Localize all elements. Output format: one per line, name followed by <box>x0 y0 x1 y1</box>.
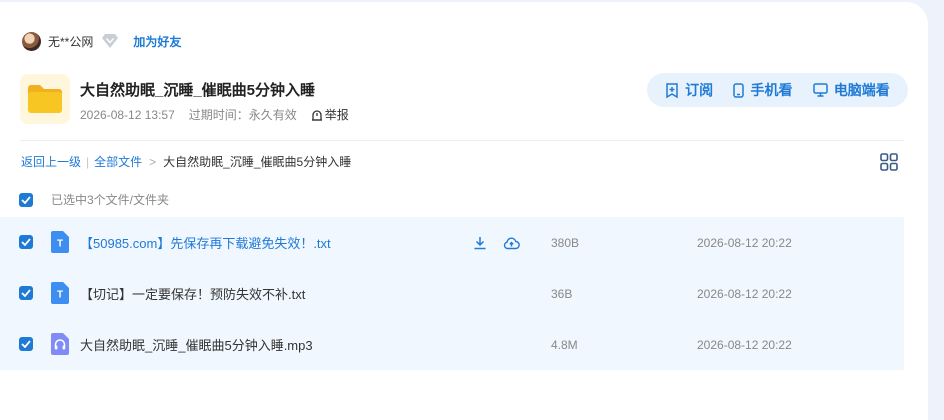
check-icon <box>21 195 31 204</box>
selection-count: 已选中3个文件/文件夹 <box>51 193 170 207</box>
cloud-upload-icon <box>503 237 520 249</box>
file-size: 36B <box>551 286 573 301</box>
divider <box>20 140 904 141</box>
diamond-vip-icon <box>101 33 119 49</box>
file-date: 2026-08-12 20:22 <box>697 286 792 301</box>
select-all-row: 已选中3个文件/文件夹 <box>19 191 169 208</box>
file-name[interactable]: 【50985.com】先保存再下载避免失效！.txt <box>80 233 331 252</box>
avatar[interactable] <box>22 31 41 51</box>
add-friend-link[interactable]: 加为好友 <box>133 33 181 50</box>
select-all-checkbox[interactable] <box>19 192 33 207</box>
breadcrumb: 返回上一级 | 全部文件 > 大自然助眠_沉睡_催眠曲5分钟入睡 <box>21 153 351 170</box>
bookmark-plus-icon <box>666 82 678 98</box>
file-name[interactable]: 大自然助眠_沉睡_催眠曲5分钟入睡.mp3 <box>80 335 313 354</box>
check-icon <box>21 340 31 348</box>
share-meta: 2026-08-12 13:57 过期时间：永久有效 举报 <box>80 106 377 123</box>
file-checkbox[interactable] <box>19 337 33 351</box>
share-expire: 过期时间：永久有效 <box>188 108 297 122</box>
phone-icon <box>733 82 745 98</box>
mobile-view-label: 手机看 <box>750 82 793 98</box>
share-date: 2026-08-12 13:57 <box>80 107 175 122</box>
file-size: 380B <box>551 235 580 250</box>
monitor-icon <box>813 83 828 97</box>
save-to-cloud-button[interactable] <box>503 236 520 250</box>
file-icon-letter: T <box>57 290 63 301</box>
file-row[interactable]: 大自然助眠_沉睡_催眠曲5分钟入睡.mp3 4.8M 2026-08-12 20… <box>0 319 904 370</box>
subscribe-button[interactable]: 订阅 <box>665 80 713 100</box>
file-row[interactable]: T 【50985.com】先保存再下载避免失效！.txt 380B 2026-0… <box>0 217 904 268</box>
file-row[interactable]: T 【切记】一定要保存！预防失效不补.txt 36B 2026-08-12 20… <box>0 268 904 319</box>
check-icon <box>21 289 31 297</box>
headphones-icon <box>51 333 69 355</box>
action-bar: 订阅 手机看 电脑端看 <box>647 73 908 107</box>
folder-thumbnail <box>20 74 70 124</box>
file-checkbox[interactable] <box>19 286 33 300</box>
sharer-name: 无**公网 <box>48 34 94 49</box>
check-icon <box>21 238 31 246</box>
txt-file-icon: T <box>51 231 69 253</box>
subscribe-label: 订阅 <box>685 82 714 98</box>
grid-icon <box>880 153 898 171</box>
back-link[interactable]: 返回上一级 <box>21 153 81 170</box>
report-link[interactable]: 举报 <box>311 106 363 123</box>
all-files-link[interactable]: 全部文件 <box>94 153 142 170</box>
page-background-edge <box>928 0 944 420</box>
breadcrumb-chevron: > <box>149 154 157 169</box>
desktop-view-label: 电脑端看 <box>833 82 890 98</box>
file-date: 2026-08-12 20:22 <box>697 337 792 352</box>
sharer-info: 无**公网 加为好友 <box>22 30 181 52</box>
share-title: 大自然助眠_沉睡_催眠曲5分钟入睡 <box>80 82 316 99</box>
row-actions <box>473 236 536 250</box>
file-name[interactable]: 【切记】一定要保存！预防失效不补.txt <box>80 284 305 303</box>
file-list: T 【50985.com】先保存再下载避免失效！.txt 380B 2026-0… <box>0 217 904 370</box>
breadcrumb-separator: | <box>86 154 90 169</box>
grid-view-toggle[interactable] <box>879 152 899 172</box>
file-icon-letter: T <box>57 239 63 250</box>
report-icon <box>311 109 322 121</box>
share-card: 无**公网 加为好友 大自然助眠_沉睡_催眠曲5分钟入睡 2026-08-12 … <box>0 2 928 420</box>
breadcrumb-current: 大自然助眠_沉睡_催眠曲5分钟入睡 <box>163 155 352 169</box>
folder-icon <box>28 85 62 113</box>
desktop-view-button[interactable]: 电脑端看 <box>813 80 890 100</box>
mobile-view-button[interactable]: 手机看 <box>733 80 792 100</box>
download-icon <box>474 236 486 249</box>
file-size: 4.8M <box>551 337 578 352</box>
file-date: 2026-08-12 20:22 <box>697 235 792 250</box>
report-label: 举报 <box>324 108 349 122</box>
file-checkbox[interactable] <box>19 235 33 249</box>
download-button[interactable] <box>473 236 487 250</box>
txt-file-icon: T <box>51 282 69 304</box>
